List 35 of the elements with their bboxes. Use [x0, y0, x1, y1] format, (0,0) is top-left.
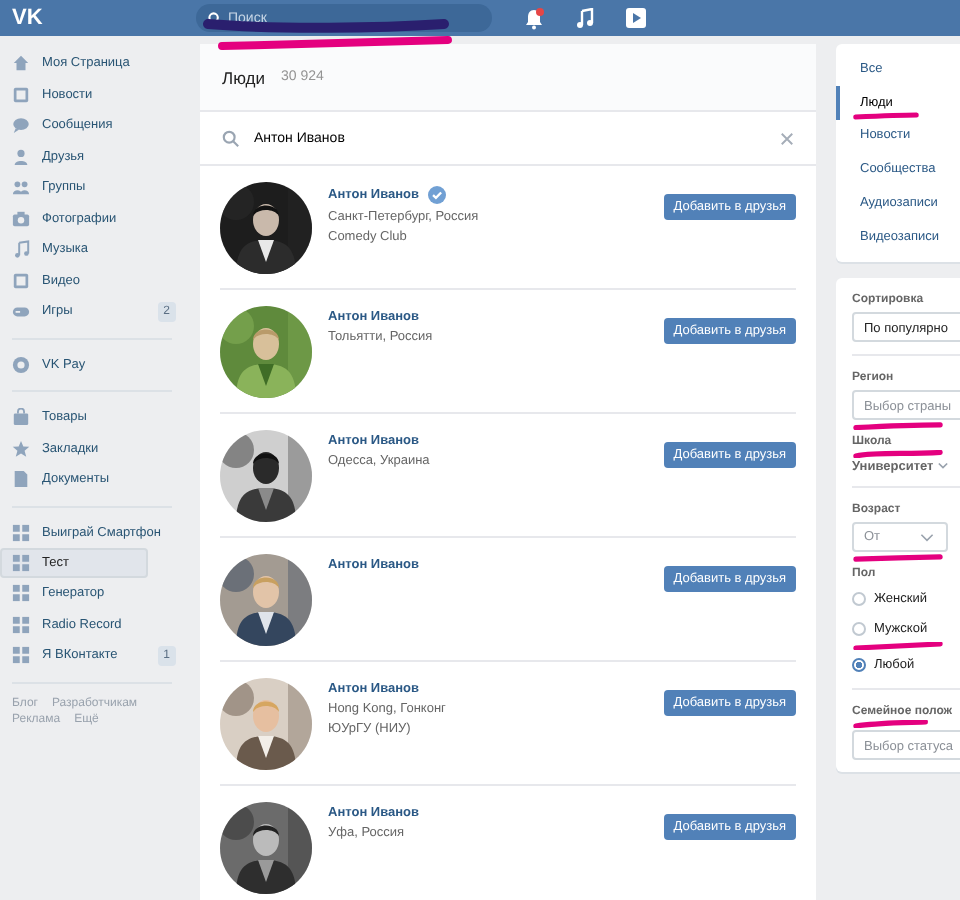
app-grid-icon [12, 646, 30, 665]
bag-icon [12, 408, 30, 427]
marker-stroke [852, 554, 944, 562]
marker-stroke [852, 112, 920, 120]
film-icon [12, 271, 30, 290]
app-grid-icon [12, 615, 30, 634]
radio-button[interactable] [852, 657, 866, 671]
coin-icon [12, 355, 30, 374]
gamepad-icon [12, 302, 30, 321]
app-grid-icon [12, 523, 30, 542]
caret-icon [937, 462, 948, 470]
marker-stroke [852, 450, 944, 458]
bell-icon[interactable] [524, 7, 544, 29]
search-icon [208, 11, 222, 25]
chevron-icon [920, 533, 934, 541]
music-note-icon [12, 240, 30, 259]
logo[interactable]: VK [12, 6, 180, 30]
radio-button[interactable] [852, 591, 866, 605]
camera-icon [12, 209, 30, 228]
document-icon [12, 470, 30, 489]
star-icon [12, 439, 30, 458]
marker-stroke [852, 422, 944, 430]
music-note-icon[interactable] [576, 8, 594, 28]
people-icon [12, 178, 30, 197]
app-grid-icon [12, 554, 30, 572]
speech-bubble-icon [12, 116, 30, 135]
section-title: Люди [222, 67, 265, 87]
home-icon [12, 54, 30, 73]
radio-button[interactable] [852, 621, 866, 635]
play-icon[interactable] [626, 8, 646, 28]
newspaper-icon [12, 85, 30, 104]
person-icon [12, 147, 30, 166]
app-grid-icon [12, 584, 30, 603]
search-icon [222, 129, 240, 147]
marker-stroke [852, 642, 944, 650]
